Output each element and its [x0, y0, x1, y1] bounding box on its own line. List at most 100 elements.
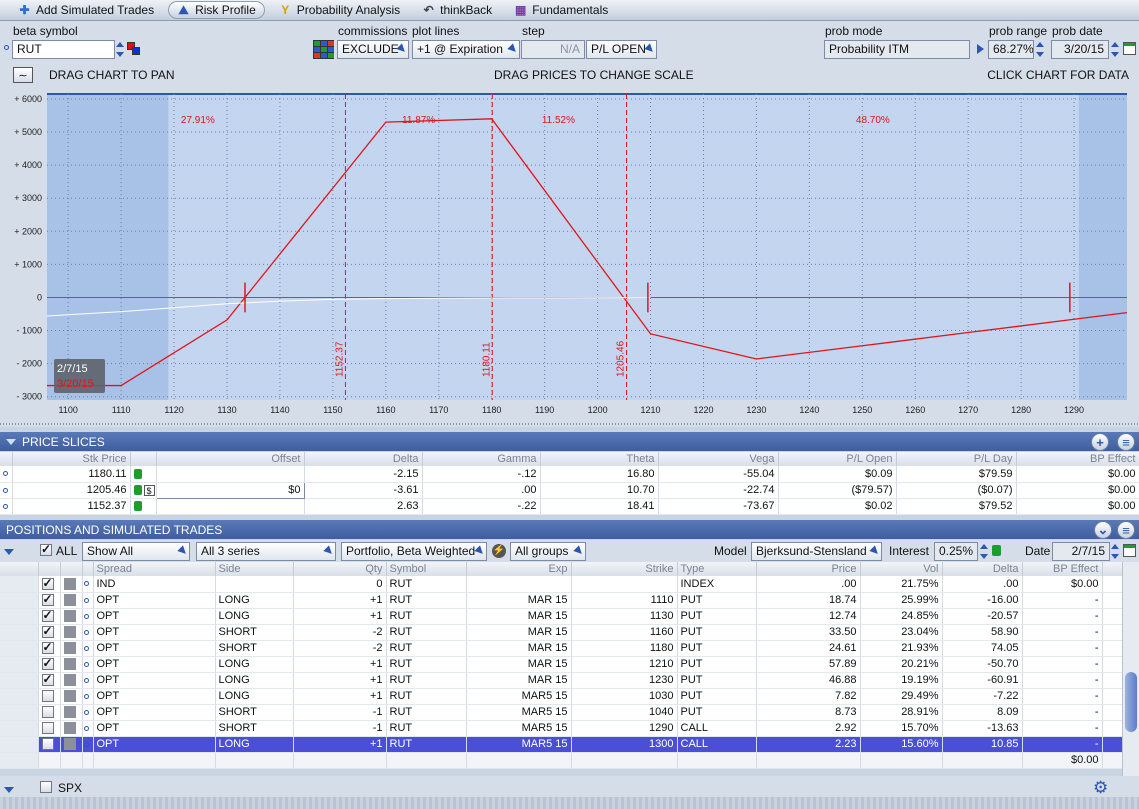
interest-stepper[interactable]: [979, 542, 989, 561]
column-header[interactable]: Vega: [658, 452, 779, 466]
column-header[interactable]: [0, 562, 39, 576]
slice-price[interactable]: 1205.46: [12, 482, 131, 499]
column-header[interactable]: Delta: [304, 452, 423, 466]
slice-offset[interactable]: $0: [155, 481, 305, 499]
tab-thinkback[interactable]: ↶ thinkBack: [414, 1, 500, 19]
lock-icon[interactable]: [992, 545, 1001, 556]
column-header[interactable]: Side: [215, 562, 294, 576]
position-vol[interactable]: 21.75%: [860, 576, 943, 593]
position-vol[interactable]: 25.99%: [860, 592, 943, 609]
column-header[interactable]: P/L Open: [778, 452, 897, 466]
model-select[interactable]: Bjerksund-Stensland: [751, 542, 882, 561]
position-price[interactable]: 12.74: [756, 608, 861, 625]
position-vol[interactable]: 24.85%: [860, 608, 943, 625]
slice-offset[interactable]: [156, 498, 305, 515]
price-slice-row[interactable]: 1152.37 2.63 -.22 18.41 -73.67 $0.02 $79.52 $0.…: [0, 498, 1139, 515]
position-vol[interactable]: 29.49%: [860, 688, 943, 705]
row-color-swatch[interactable]: [63, 594, 76, 607]
row-color-swatch[interactable]: [63, 690, 76, 703]
slice-price[interactable]: 1152.37: [12, 498, 131, 515]
column-header[interactable]: [0, 452, 13, 466]
row-color-swatch[interactable]: [63, 626, 76, 639]
show-select[interactable]: Show All: [82, 542, 190, 561]
collapse-icon[interactable]: [4, 787, 14, 793]
position-price[interactable]: 18.74: [756, 592, 861, 609]
position-row[interactable]: OPTLONG+1RUTMAR 151130PUT12.7424.85%-20.…: [0, 608, 1123, 625]
position-vol[interactable]: 15.70%: [860, 720, 943, 737]
portfolio-select[interactable]: Portfolio, Beta Weighted: [341, 542, 487, 561]
commissions-select[interactable]: EXCLUDE: [337, 40, 409, 59]
position-price[interactable]: .00: [756, 576, 861, 593]
groups-select[interactable]: All groups: [510, 542, 586, 561]
chart-settings-icon[interactable]: ∼: [13, 67, 33, 83]
add-slice-button[interactable]: +: [1091, 433, 1109, 451]
tab-fundamentals[interactable]: ▦ Fundamentals: [506, 1, 616, 19]
series-select[interactable]: All 3 series: [196, 542, 336, 561]
position-qty[interactable]: -2: [293, 624, 387, 641]
position-price[interactable]: 46.88: [756, 672, 861, 689]
interest-input[interactable]: 0.25%: [934, 542, 978, 561]
position-row[interactable]: OPT LONG +1 RUT MAR5 15 1030 PUT 7.82 29.49% -7.2…: [0, 688, 1123, 705]
prob-mode-select[interactable]: Probability ITM: [824, 40, 970, 59]
expand-all-button[interactable]: ⌄: [1094, 521, 1112, 539]
chart-svg[interactable]: 1100 1110 1120 1130 1140 1150 1160 1170 1180 1190…: [0, 87, 1139, 427]
position-row[interactable]: OPT SHORT -1 RUT MAR5 15 1290 CALL 2.92 15.70% -1…: [0, 720, 1123, 737]
scrollbar-thumb[interactable]: [1125, 672, 1137, 732]
row-color-swatch[interactable]: [63, 610, 76, 623]
position-qty[interactable]: -1: [293, 704, 387, 721]
row-color-swatch[interactable]: [63, 642, 76, 655]
gear-icon[interactable]: ⚙: [1093, 778, 1108, 798]
collapse-icon[interactable]: [6, 438, 16, 445]
position-row[interactable]: OPTSHORT-2RUTMAR 151180PUT24.6121.93%74.…: [0, 640, 1123, 657]
position-price[interactable]: 57.89: [756, 656, 861, 673]
position-qty[interactable]: +1: [293, 672, 387, 689]
column-header[interactable]: Price: [756, 562, 861, 576]
column-header[interactable]: [1102, 562, 1123, 576]
position-row[interactable]: OPTSHORT-2RUTMAR 151160PUT33.5023.04%58.…: [0, 624, 1123, 641]
position-price[interactable]: 2.92: [756, 720, 861, 737]
row-color-swatch[interactable]: [63, 674, 76, 687]
position-checkbox[interactable]: [41, 656, 54, 671]
plot-lines-select[interactable]: +1 @ Expiration: [412, 40, 520, 59]
column-header[interactable]: Type: [677, 562, 757, 576]
date-input[interactable]: 2/7/15: [1052, 542, 1110, 561]
tab-risk-profile[interactable]: ⛰ Risk Profile: [168, 1, 265, 19]
lock-icon[interactable]: [133, 485, 142, 496]
position-price[interactable]: 8.73: [756, 704, 861, 721]
column-header[interactable]: P/L Day: [896, 452, 1017, 466]
column-header[interactable]: Symbol: [386, 562, 467, 576]
position-row[interactable]: OPTLONG+1RUTMAR 151230PUT46.8819.19%-60.…: [0, 672, 1123, 689]
position-row[interactable]: OPT LONG +1 RUT MAR5 15 1300 CALL 2.23 15.60% 10.…: [0, 736, 1123, 753]
position-price[interactable]: 33.50: [756, 624, 861, 641]
price-slices-header[interactable]: PRICE SLICES: [0, 432, 1139, 451]
position-vol[interactable]: 19.19%: [860, 672, 943, 689]
row-color-swatch[interactable]: [63, 706, 76, 719]
pl-mode-select[interactable]: P/L OPEN: [586, 40, 657, 59]
column-header[interactable]: Stk Price: [12, 452, 131, 466]
slice-offset[interactable]: [156, 466, 305, 483]
beta-symbol-dropdown[interactable]: [115, 40, 125, 59]
all-checkbox[interactable]: [40, 542, 52, 556]
calendar-icon[interactable]: [1123, 42, 1136, 55]
positions-header[interactable]: POSITIONS AND SIMULATED TRADES: [0, 520, 1139, 539]
position-qty[interactable]: +1: [293, 736, 387, 753]
beta-symbol-input[interactable]: RUT: [12, 40, 115, 59]
position-price[interactable]: 24.61: [756, 640, 861, 657]
column-header[interactable]: Gamma: [422, 452, 541, 466]
position-checkbox[interactable]: [41, 608, 54, 623]
step-input[interactable]: N/A: [521, 40, 585, 59]
lightning-icon[interactable]: ⚡: [492, 544, 506, 558]
color-picker-icon[interactable]: [127, 42, 141, 56]
position-vol[interactable]: 23.04%: [860, 624, 943, 641]
column-header[interactable]: BP Effect: [1022, 562, 1103, 576]
position-qty[interactable]: +1: [293, 656, 387, 673]
row-color-swatch[interactable]: [63, 658, 76, 671]
tab-probability-analysis[interactable]: Y Probability Analysis: [271, 1, 408, 19]
position-qty[interactable]: -2: [293, 640, 387, 657]
position-checkbox[interactable]: [41, 640, 54, 655]
column-header[interactable]: [60, 562, 83, 576]
price-slice-row[interactable]: 1180.11 -2.15 -.12 16.80 -55.04 $0.09 $79.59 $0…: [0, 466, 1139, 483]
row-color-swatch[interactable]: [63, 738, 76, 751]
position-checkbox[interactable]: [41, 722, 54, 735]
prob-date-input[interactable]: 3/20/15: [1051, 40, 1109, 59]
